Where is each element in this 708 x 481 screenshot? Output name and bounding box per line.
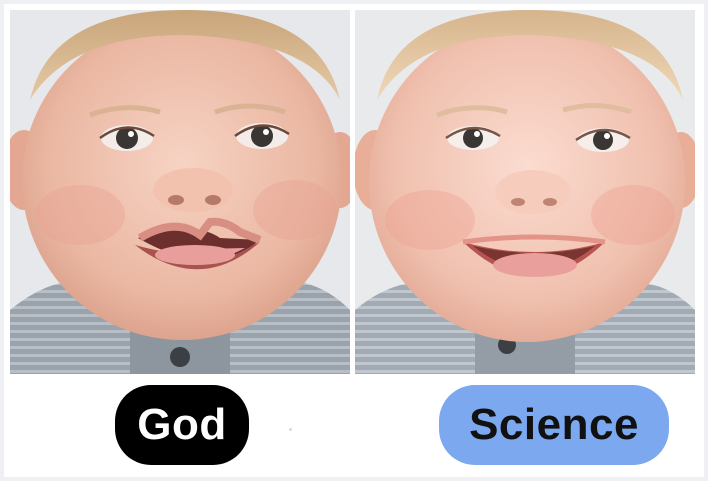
science-label-text: Science <box>469 400 639 449</box>
god-label-text: God <box>137 400 227 449</box>
speck <box>289 428 292 431</box>
meme-frame: God Science <box>4 4 704 477</box>
god-label: God <box>115 385 249 465</box>
baby-repaired-lip-photo <box>355 10 695 374</box>
baby-cleft-lip-photo <box>10 10 350 374</box>
science-label: Science <box>439 385 669 465</box>
